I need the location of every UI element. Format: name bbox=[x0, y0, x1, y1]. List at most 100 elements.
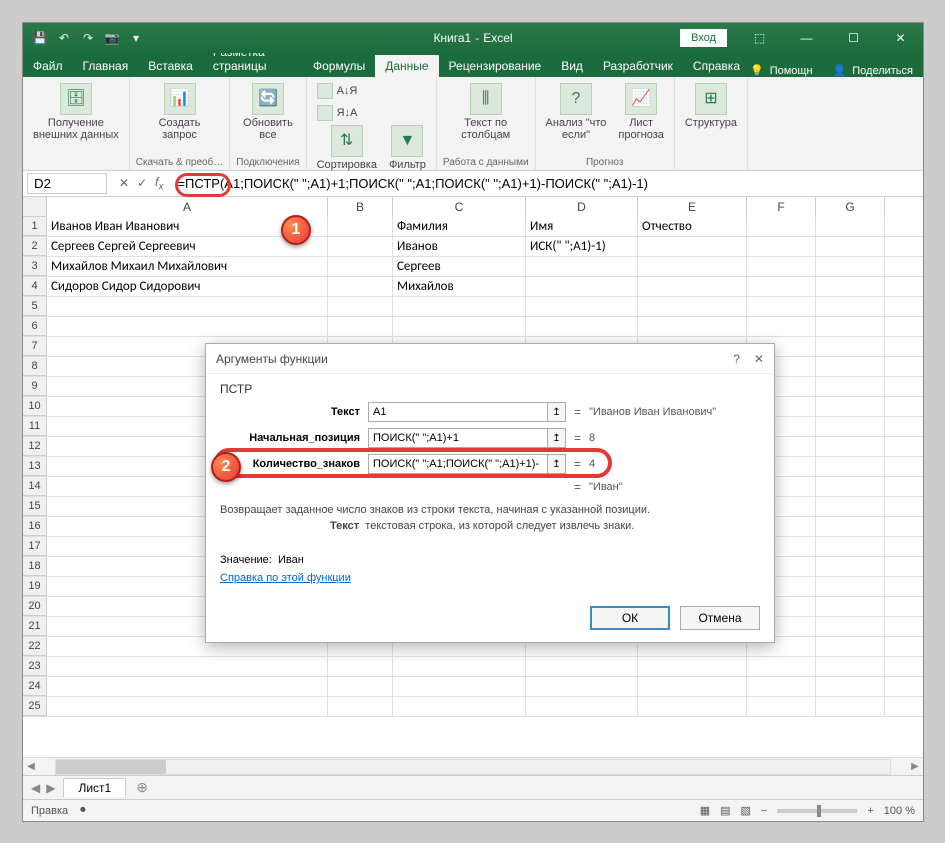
zoom-level[interactable]: 100 % bbox=[884, 805, 915, 817]
select-all-corner[interactable] bbox=[23, 197, 47, 217]
cell[interactable] bbox=[328, 657, 393, 676]
range-picker-icon[interactable]: ↥ bbox=[548, 428, 566, 448]
row-header[interactable]: 21 bbox=[23, 617, 47, 636]
cell[interactable]: Имя bbox=[526, 217, 638, 236]
sheet-nav-prev-icon[interactable]: ◀ bbox=[31, 781, 40, 795]
column-header[interactable]: D bbox=[526, 197, 638, 217]
cell[interactable] bbox=[816, 217, 885, 236]
row-header[interactable]: 6 bbox=[23, 317, 47, 336]
dialog-close-icon[interactable]: ✕ bbox=[754, 352, 764, 366]
tab-view[interactable]: Вид bbox=[551, 55, 593, 77]
filter-button[interactable]: ▼Фильтр bbox=[385, 123, 430, 173]
row-header[interactable]: 12 bbox=[23, 437, 47, 456]
row-header[interactable]: 22 bbox=[23, 637, 47, 656]
forecast-sheet-button[interactable]: 📈Лист прогноза bbox=[614, 81, 667, 143]
row-header[interactable]: 9 bbox=[23, 377, 47, 396]
row-header[interactable]: 24 bbox=[23, 677, 47, 696]
cell[interactable] bbox=[816, 337, 885, 356]
cell[interactable]: ИСК(" ";A1)-1) bbox=[526, 237, 638, 256]
row-header[interactable]: 10 bbox=[23, 397, 47, 416]
sort-desc-button[interactable]: Я↓А bbox=[313, 103, 430, 123]
redo-icon[interactable]: ↷ bbox=[81, 31, 95, 45]
row-header[interactable]: 3 bbox=[23, 257, 47, 276]
cell[interactable] bbox=[816, 357, 885, 376]
column-header[interactable]: B bbox=[328, 197, 393, 217]
sheet-nav-next-icon[interactable]: ▶ bbox=[46, 781, 55, 795]
tell-me-label[interactable]: Помощн bbox=[770, 65, 813, 77]
cell[interactable] bbox=[638, 297, 747, 316]
column-header[interactable]: G bbox=[816, 197, 885, 217]
cell[interactable] bbox=[816, 457, 885, 476]
cell[interactable]: Михайлов bbox=[393, 277, 526, 296]
cell[interactable] bbox=[526, 677, 638, 696]
view-page-break-icon[interactable]: ▧ bbox=[741, 804, 751, 817]
row-header[interactable]: 18 bbox=[23, 557, 47, 576]
cell[interactable] bbox=[816, 297, 885, 316]
save-icon[interactable]: 💾 bbox=[33, 31, 47, 45]
cell[interactable] bbox=[816, 557, 885, 576]
tab-home[interactable]: Главная bbox=[73, 55, 139, 77]
row-header[interactable]: 23 bbox=[23, 657, 47, 676]
cell[interactable] bbox=[816, 517, 885, 536]
cell[interactable] bbox=[638, 677, 747, 696]
tab-developer[interactable]: Разработчик bbox=[593, 55, 683, 77]
cell[interactable] bbox=[393, 677, 526, 696]
cancel-formula-icon[interactable]: ✕ bbox=[119, 176, 129, 190]
cell[interactable] bbox=[638, 237, 747, 256]
cell[interactable] bbox=[47, 297, 328, 316]
share-icon[interactable]: 👤 bbox=[833, 64, 847, 77]
cell[interactable] bbox=[816, 237, 885, 256]
undo-icon[interactable]: ↶ bbox=[57, 31, 71, 45]
dialog-help-icon[interactable]: ? bbox=[733, 352, 740, 366]
cell[interactable] bbox=[816, 597, 885, 616]
cell[interactable] bbox=[328, 277, 393, 296]
cell[interactable] bbox=[747, 317, 816, 336]
accept-formula-icon[interactable]: ✓ bbox=[137, 176, 147, 190]
cell[interactable] bbox=[816, 577, 885, 596]
add-sheet-button[interactable]: ⊕ bbox=[126, 779, 158, 796]
cell[interactable] bbox=[816, 697, 885, 716]
column-header[interactable]: E bbox=[638, 197, 747, 217]
tab-help[interactable]: Справка bbox=[683, 55, 750, 77]
cell[interactable] bbox=[47, 317, 328, 336]
cell[interactable] bbox=[816, 537, 885, 556]
cell[interactable] bbox=[816, 657, 885, 676]
cell[interactable] bbox=[526, 297, 638, 316]
arg-input-start[interactable] bbox=[368, 428, 548, 448]
macro-record-icon[interactable]: ⏺ bbox=[80, 804, 86, 817]
cell[interactable] bbox=[328, 297, 393, 316]
tab-data[interactable]: Данные bbox=[375, 55, 438, 77]
row-header[interactable]: 2 bbox=[23, 237, 47, 256]
cell[interactable] bbox=[328, 237, 393, 256]
row-header[interactable]: 20 bbox=[23, 597, 47, 616]
cell[interactable]: Фамилия bbox=[393, 217, 526, 236]
cell[interactable] bbox=[526, 257, 638, 276]
row-header[interactable]: 17 bbox=[23, 537, 47, 556]
cell[interactable] bbox=[816, 417, 885, 436]
cancel-button[interactable]: Отмена bbox=[680, 606, 760, 630]
tab-review[interactable]: Рецензирование bbox=[439, 55, 552, 77]
cell[interactable] bbox=[393, 297, 526, 316]
row-header[interactable]: 14 bbox=[23, 477, 47, 496]
row-header[interactable]: 8 bbox=[23, 357, 47, 376]
cell[interactable] bbox=[47, 677, 328, 696]
cell[interactable] bbox=[816, 497, 885, 516]
get-external-data-button[interactable]: 🗄 Получение внешних данных bbox=[29, 81, 123, 143]
sheet-tab[interactable]: Лист1 bbox=[63, 778, 126, 797]
close-button[interactable]: ✕ bbox=[878, 23, 923, 53]
ribbon-options-icon[interactable]: ⬚ bbox=[737, 23, 782, 53]
cell[interactable] bbox=[393, 657, 526, 676]
cell[interactable] bbox=[747, 277, 816, 296]
row-header[interactable]: 1 bbox=[23, 217, 47, 236]
cell[interactable] bbox=[328, 257, 393, 276]
refresh-all-button[interactable]: 🔄 Обновить все bbox=[236, 81, 299, 143]
cell[interactable] bbox=[47, 697, 328, 716]
row-header[interactable]: 4 bbox=[23, 277, 47, 296]
range-picker-icon[interactable]: ↥ bbox=[548, 402, 566, 422]
fx-icon[interactable]: fx bbox=[155, 175, 163, 192]
outline-button[interactable]: ⊞ Структура bbox=[681, 81, 741, 131]
cell[interactable] bbox=[393, 697, 526, 716]
cell[interactable]: Сидоров Сидор Сидорович bbox=[47, 277, 328, 296]
cell[interactable] bbox=[816, 277, 885, 296]
ok-button[interactable]: ОК bbox=[590, 606, 670, 630]
